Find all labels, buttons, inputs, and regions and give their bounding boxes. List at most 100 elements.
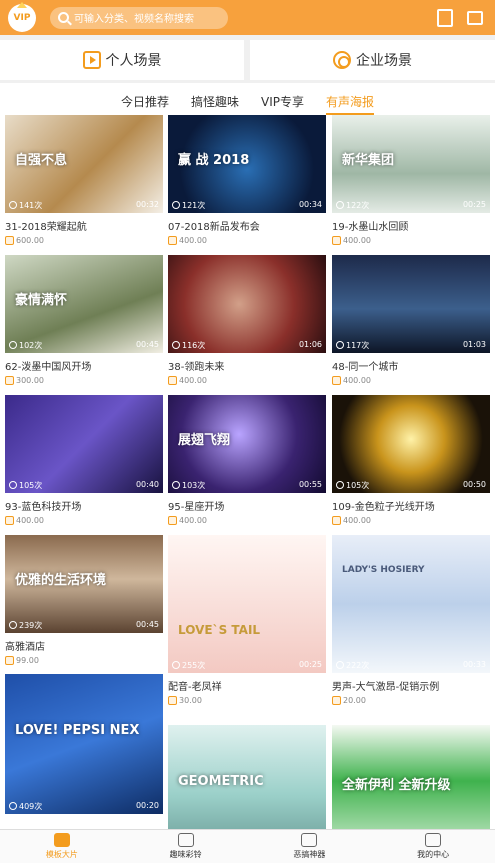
duration: 00:25 — [298, 660, 322, 669]
coin-icon — [168, 376, 177, 385]
coin-icon — [5, 376, 14, 385]
play-circle-icon — [336, 201, 344, 209]
coin-icon — [332, 516, 341, 525]
template-thumbnail[interactable]: 展翅飞翔 103次 00:55 — [168, 395, 326, 493]
nav-my-center[interactable]: 我的中心 — [371, 830, 495, 863]
template-title[interactable]: 高雅酒店 — [5, 638, 163, 653]
template-card[interactable]: 豪情满怀 102次 00:45 62-泼墨中国风开场 300.00 — [5, 255, 163, 385]
template-price: 99.00 — [5, 656, 163, 665]
template-thumbnail[interactable]: 豪情满怀 102次 00:45 — [5, 255, 163, 353]
template-title[interactable]: 配音-老凤祥 — [168, 678, 326, 693]
play-count-text: 116次 — [182, 341, 206, 350]
tab-funny[interactable]: 搞怪趣味 — [191, 87, 239, 115]
play-count-text: 102次 — [19, 341, 43, 350]
play-circle-icon — [336, 661, 344, 669]
template-title[interactable]: 95-星座开场 — [168, 498, 326, 513]
template-thumbnail[interactable]: 赢 战 2018 121次 00:34 — [168, 115, 326, 213]
template-thumbnail[interactable]: 优雅的生活环境 239次 00:45 — [5, 535, 163, 633]
tab-today[interactable]: 今日推荐 — [121, 87, 169, 115]
nav-label: 我的中心 — [417, 850, 450, 859]
play-count-text: 409次 — [19, 802, 43, 811]
play-count: 409次 — [9, 801, 42, 812]
nav-label: 模板大片 — [45, 850, 78, 859]
play-count-text: 117次 — [346, 341, 370, 350]
price-value: 400.00 — [343, 376, 371, 385]
price-value: 99.00 — [16, 656, 39, 665]
enterprise-scene-button[interactable]: 企业场景 — [250, 40, 495, 80]
play-count-text: 105次 — [19, 481, 43, 490]
play-doc-icon — [82, 51, 101, 69]
duration: 00:55 — [298, 480, 322, 489]
thumbnail-meta: 239次 00:45 — [5, 620, 163, 631]
clipboard-icon[interactable] — [437, 8, 453, 27]
template-card[interactable]: 优雅的生活环境 239次 00:45 高雅酒店 99.00 — [5, 535, 163, 665]
template-title[interactable]: 19-水墨山水回顾 — [332, 218, 490, 233]
template-card[interactable]: 116次 01:06 38-领跑未来 400.00 — [168, 255, 326, 385]
template-title[interactable]: 男声-大气激昂-促销示例 — [332, 678, 490, 693]
play-circle-icon — [172, 481, 180, 489]
template-thumbnail[interactable]: 117次 01:03 — [332, 255, 490, 353]
music-bell-icon — [177, 833, 194, 847]
price-value: 600.00 — [16, 236, 44, 245]
template-thumbnail[interactable]: LADY'S HOSIERY 222次 00:33 — [332, 535, 490, 673]
template-thumbnail[interactable]: LOVE! PEPSI NEX 409次 00:20 — [5, 674, 163, 814]
film-reel-icon — [333, 51, 351, 69]
personal-scene-button[interactable]: 个人场景 — [0, 40, 244, 80]
template-card[interactable]: 105次 00:40 93-蓝色科技开场 400.00 — [5, 395, 163, 525]
nav-templates[interactable]: 模板大片 — [0, 830, 124, 863]
play-count: 255次 — [172, 660, 205, 671]
template-card[interactable]: LOVE`S TAIL 255次 00:25 配音-老凤祥 30.00 — [168, 535, 326, 705]
template-thumbnail[interactable]: 105次 00:40 — [5, 395, 163, 493]
template-price: 20.00 — [332, 696, 490, 705]
thumbnail-meta: 122次 00:25 — [332, 200, 490, 211]
template-title[interactable]: 93-蓝色科技开场 — [5, 498, 163, 513]
template-thumbnail[interactable]: 自强不息 141次 00:32 — [5, 115, 163, 213]
mail-icon[interactable] — [467, 10, 483, 25]
play-circle-icon — [172, 201, 180, 209]
template-card[interactable]: 新华集团 122次 00:25 19-水墨山水回顾 400.00 — [332, 115, 490, 245]
play-circle-icon — [9, 621, 17, 629]
nav-ringtones[interactable]: 趣味彩铃 — [124, 830, 248, 863]
template-card[interactable]: 展翅飞翔 103次 00:55 95-星座开场 400.00 — [168, 395, 326, 525]
coin-icon — [332, 696, 341, 705]
template-card[interactable]: 105次 00:50 109-金色粒子光线开场 400.00 — [332, 395, 490, 525]
tab-audio-poster[interactable]: 有声海报 — [326, 87, 375, 115]
thumbnail-overlay-text: 优雅的生活环境 — [15, 573, 107, 588]
template-title[interactable]: 07-2018新品发布会 — [168, 218, 326, 233]
thumbnail-meta: 117次 01:03 — [332, 340, 490, 351]
template-card[interactable]: LADY'S HOSIERY 222次 00:33 男声-大气激昂-促销示例 20.00 — [332, 535, 490, 705]
play-circle-icon — [9, 481, 17, 489]
template-title[interactable]: 62-泼墨中国风开场 — [5, 358, 163, 373]
top-header: VIP 可输入分类、视频名称搜索 — [0, 0, 495, 35]
thumbnail-meta: 103次 00:55 — [168, 480, 326, 491]
template-price: 30.00 — [168, 696, 326, 705]
tab-vip[interactable]: VIP专享 — [261, 87, 304, 115]
search-box[interactable]: 可输入分类、视频名称搜索 — [50, 6, 228, 29]
template-price: 400.00 — [5, 516, 163, 525]
template-title[interactable]: 38-领跑未来 — [168, 358, 326, 373]
bottom-nav: 模板大片 趣味彩铃 恶搞神器 我的中心 — [0, 829, 495, 863]
duration: 00:34 — [298, 200, 322, 209]
template-card[interactable]: 自强不息 141次 00:32 31-2018荣耀起航 600.00 — [5, 115, 163, 245]
nav-funny-tools[interactable]: 恶搞神器 — [248, 830, 372, 863]
thumbnail-meta: 105次 00:50 — [332, 480, 490, 491]
thumbnail-overlay-text: LOVE! PEPSI NEX — [15, 723, 140, 738]
nav-label: 恶搞神器 — [293, 850, 326, 859]
template-title[interactable]: 31-2018荣耀起航 — [5, 218, 163, 233]
template-card[interactable]: 117次 01:03 48-同一个城市 400.00 — [332, 255, 490, 385]
template-card[interactable]: 赢 战 2018 121次 00:34 07-2018新品发布会 400.00 — [168, 115, 326, 245]
template-thumbnail[interactable]: 105次 00:50 — [332, 395, 490, 493]
vip-crown-icon[interactable]: VIP — [8, 1, 36, 32]
play-circle-icon — [336, 341, 344, 349]
template-title[interactable]: 109-金色粒子光线开场 — [332, 498, 490, 513]
template-card[interactable]: LOVE! PEPSI NEX 409次 00:20 — [5, 674, 163, 814]
template-thumbnail[interactable]: 116次 01:06 — [168, 255, 326, 353]
template-thumbnail[interactable]: LOVE`S TAIL 255次 00:25 — [168, 535, 326, 673]
nav-label: 趣味彩铃 — [169, 850, 202, 859]
funny-face-icon — [301, 833, 318, 847]
template-title[interactable]: 48-同一个城市 — [332, 358, 490, 373]
duration: 00:33 — [462, 660, 486, 669]
template-thumbnail[interactable]: 新华集团 122次 00:25 — [332, 115, 490, 213]
coin-icon — [168, 236, 177, 245]
template-price: 400.00 — [168, 236, 326, 245]
